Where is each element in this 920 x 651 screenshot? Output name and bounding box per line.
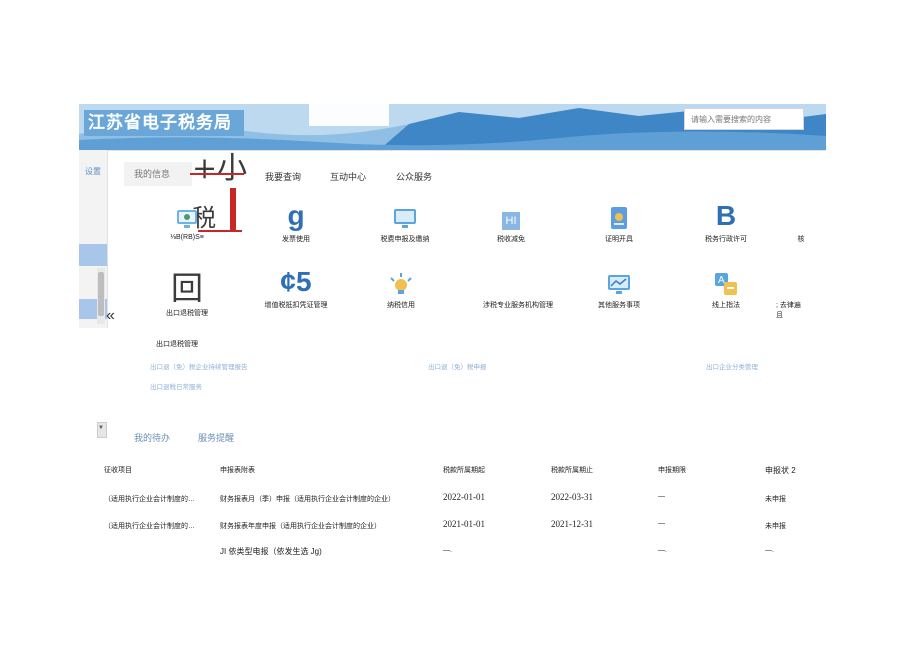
table-cell: 2022-01-01 — [443, 492, 485, 502]
tab-service-reminder[interactable]: 服务提醒 — [198, 431, 234, 444]
service-label: 核 — [797, 236, 805, 243]
search-input[interactable] — [685, 109, 803, 130]
service-item[interactable]: HI 税收减免 — [466, 202, 556, 244]
collapse-sidebar-icon[interactable]: « — [106, 307, 115, 325]
table-cell: —. — [658, 547, 667, 554]
status-cell: 未申报 — [765, 496, 786, 503]
site-title[interactable]: 江苏省电子税务局 — [84, 110, 244, 136]
translate-icon: A — [715, 273, 737, 295]
service-label: ; 去律遍 且 — [776, 302, 801, 319]
tab-query[interactable]: 我要查询 — [265, 170, 301, 183]
service-item[interactable]: g 发票使用 — [251, 202, 341, 244]
table-cell: —. — [443, 547, 452, 554]
service-item[interactable]: 涉税专业服务机构管理 — [458, 268, 578, 310]
service-item[interactable]: ¢5 增值税抵扣凭证管理 — [251, 268, 341, 310]
service-item[interactable]: ⅛B(RB)S≡ — [142, 202, 232, 241]
service-item[interactable]: ; 去律遍 且 — [776, 268, 826, 320]
table-cell: 2021-12-31 — [551, 519, 593, 529]
service-item[interactable]: A 线上指法 — [681, 268, 771, 310]
column-header: 申报期限 — [658, 467, 686, 474]
table-cell: 2022-03-31 — [551, 492, 593, 502]
overlay-glyph-top: +小 — [192, 151, 248, 186]
column-header: 申报状 2 — [765, 466, 796, 475]
column-header: 税款所属期止 — [551, 467, 593, 474]
table-cell[interactable]: 财务报表年度申报（适用执行企业会计制度的企业） — [220, 521, 381, 531]
column-header: 税款所属期起 — [443, 467, 485, 474]
export-link[interactable]: 出口退税日常服务 — [150, 381, 202, 391]
table-cell: — — [658, 520, 665, 527]
service-item[interactable]: 核 — [776, 202, 826, 244]
service-item[interactable]: B 税务行政许可 — [681, 202, 771, 244]
service-item[interactable]: 其他服务事项 — [574, 268, 664, 310]
export-section-heading: 出口退税管理 — [156, 341, 198, 348]
sidebar-item-highlight[interactable] — [79, 244, 107, 266]
search-box[interactable] — [684, 108, 804, 130]
export-link[interactable]: 出口退（免）税申报 — [428, 361, 487, 371]
service-label: 税收减免 — [497, 236, 525, 243]
tab-interaction[interactable]: 互动中心 — [330, 170, 366, 183]
sidebar-scroll-thumb[interactable] — [98, 272, 104, 316]
column-header: 征收项目 — [104, 467, 132, 474]
table-cell: — — [658, 493, 665, 500]
service-label: 涉税专业服务机构管理 — [483, 302, 553, 309]
service-item[interactable]: 纳税信用 — [356, 268, 446, 310]
service-label: 证明开具 — [605, 236, 633, 243]
chevron-down-icon[interactable]: ▼ — [98, 425, 104, 431]
service-label: 纳税信用 — [387, 302, 415, 309]
service-label: 增值税抵扣凭证管理 — [264, 302, 328, 309]
service-label: 出口退税管理 — [166, 310, 208, 317]
vat-deduction-icon: ¢5 — [280, 266, 312, 297]
admin-license-icon: B — [715, 200, 737, 231]
status-cell: 未申报 — [765, 523, 786, 530]
table-cell[interactable]: JI 依类型电报（依发生选 Jg) — [220, 546, 322, 557]
tab-public-service[interactable]: 公众服务 — [396, 170, 432, 183]
tab-my-todo[interactable]: 我的待办 — [134, 431, 170, 444]
export-link[interactable]: 出口退（免）税企业持续管理报告 — [150, 361, 248, 371]
service-item[interactable]: 回 出口退税管理 — [142, 268, 232, 318]
monitor-icon — [394, 209, 416, 228]
service-label: 税费申报及缴纳 — [380, 236, 430, 243]
service-label: 税务行政许可 — [705, 236, 747, 243]
lightbulb-icon — [390, 273, 412, 294]
table-cell[interactable]: （适用执行企业会计制度的… — [104, 494, 195, 504]
certificate-icon — [611, 207, 627, 229]
overlay-underline — [190, 173, 244, 175]
column-header: 申报表附表 — [220, 467, 255, 474]
invoice-icon: g — [287, 200, 305, 231]
chart-monitor-icon — [608, 275, 630, 294]
service-label: 线上指法 — [712, 302, 740, 309]
table-cell[interactable]: 财务报表月（季）申报（适用执行企业会计制度的企业） — [220, 494, 395, 504]
tab-my-info[interactable]: 我的信息 — [124, 162, 192, 186]
export-link[interactable]: 出口企业分类管理 — [706, 361, 758, 371]
table-cell[interactable]: （适用执行企业会计制度的… — [104, 521, 195, 531]
service-label: 其他服务事项 — [598, 302, 640, 309]
service-item[interactable]: 税费申报及缴纳 — [360, 202, 450, 244]
export-refund-icon: 回 — [170, 269, 203, 307]
service-label: 发票使用 — [282, 236, 310, 243]
table-cell: 2021-01-01 — [443, 519, 485, 529]
svg-text:A: A — [718, 275, 725, 286]
status-cell: —. — [765, 547, 774, 554]
tax-exemption-icon: HI — [502, 212, 520, 230]
service-label: ⅛B(RB)S≡ — [170, 234, 204, 241]
monitor-gear-icon — [177, 210, 197, 228]
service-item[interactable]: 证明开具 — [574, 202, 664, 244]
settings-link[interactable]: 设置 — [79, 166, 107, 177]
